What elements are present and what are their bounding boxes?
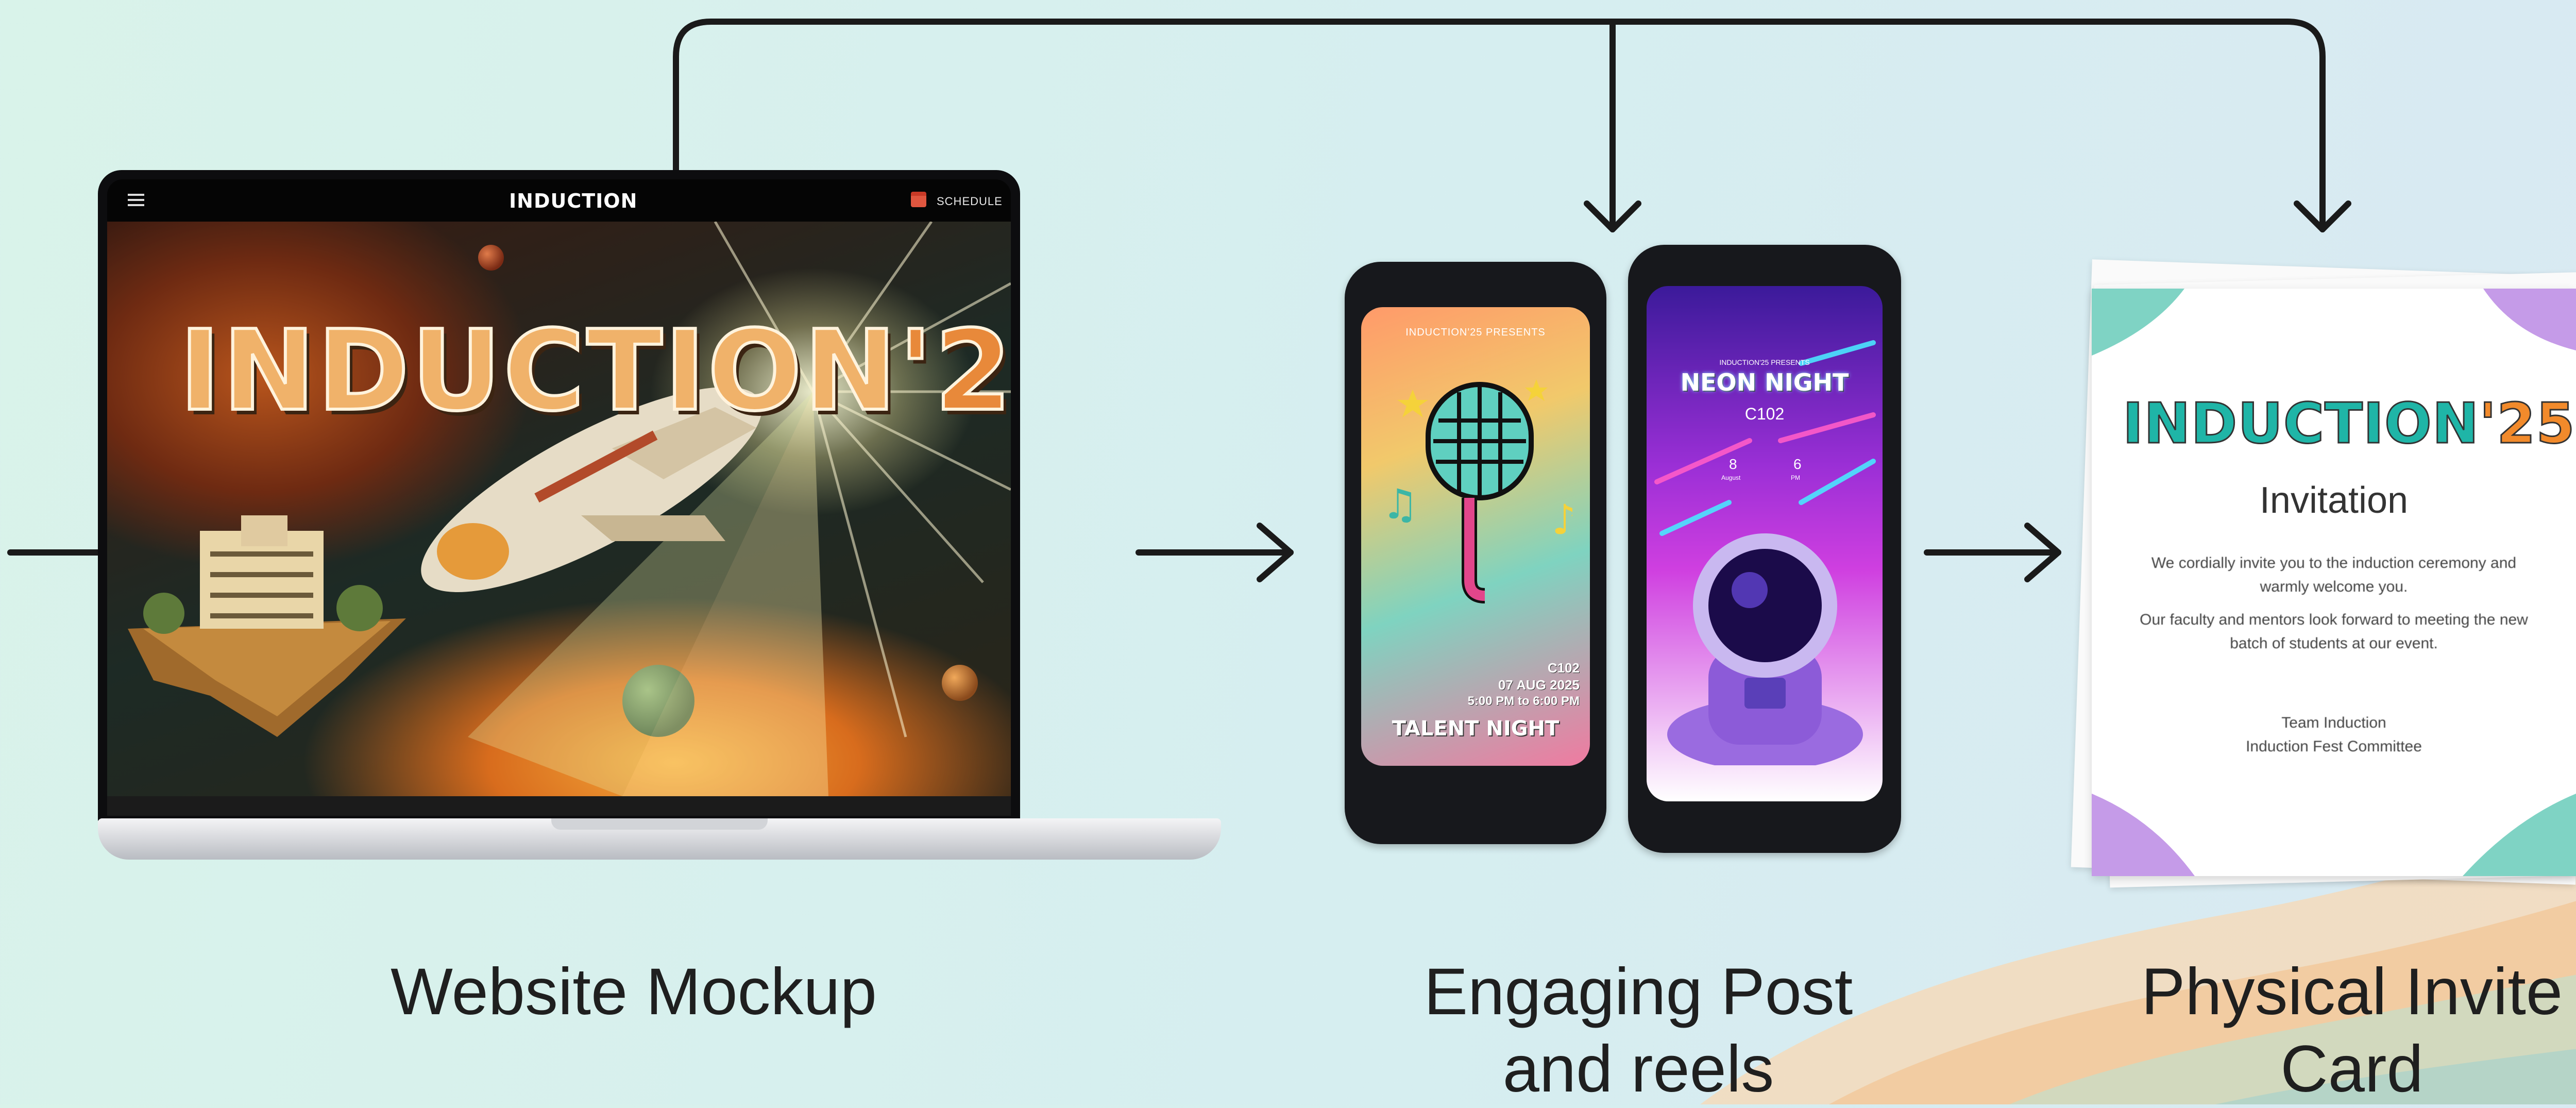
post-room: C102	[1547, 660, 1580, 676]
website-logo[interactable]: INDUCTION	[509, 190, 637, 212]
card-title: INDUCTION'25	[2122, 391, 2575, 457]
card-body-1: We cordially invite you to the induction…	[2151, 555, 2517, 595]
caption-invite-line1: Physical Invite	[2141, 955, 2563, 1029]
post-title: NEON NIGHT	[1680, 368, 1849, 396]
card-signature-1: Team Induction	[2281, 714, 2386, 731]
invite-card-stack: INDUCTION'25 Invitation We cordially inv…	[2071, 259, 2576, 892]
phone-talent-night: INDUCTION'25 PRESENTS ♪ ♫ C102 07 AUG 20…	[1345, 262, 1606, 844]
caption-posts-line2: and reels	[1502, 1032, 1774, 1106]
laptop-lid: INDUCTION SCHEDULE INDUCTION'2	[98, 170, 1020, 825]
post-header: INDUCTION'25 PRESENTS	[1405, 327, 1546, 338]
caption-website-mockup: Website Mockup	[391, 955, 877, 1029]
post-time: 5:00 PM to 6:00 PM	[1467, 694, 1580, 708]
hero-title: INDUCTION'25	[178, 306, 1011, 435]
post-month-label: PM	[1791, 474, 1800, 481]
laptop-screen: INDUCTION SCHEDULE INDUCTION'2	[107, 179, 1011, 816]
menu-icon[interactable]	[128, 194, 144, 206]
caption-invite-line2: Card	[2280, 1032, 2424, 1106]
post-day-label: August	[1721, 474, 1741, 481]
post-month: 6	[1793, 456, 1802, 472]
post-day: 8	[1729, 456, 1737, 472]
post-date: 07 AUG 2025	[1498, 677, 1580, 693]
schedule-link[interactable]: SCHEDULE	[937, 195, 1003, 208]
card-body-2: Our faculty and mentors look forward to …	[2140, 611, 2528, 652]
svg-text:♪: ♪	[1552, 496, 1572, 544]
phone-neon-night: INDUCTION'25 PRESENTS NEON NIGHT C102 8 …	[1628, 245, 1901, 853]
post-title: TALENT NIGHT	[1392, 717, 1560, 741]
card-signature-2: Induction Fest Committee	[2246, 738, 2422, 755]
website-hero-image: INDUCTION'25	[107, 222, 1011, 796]
microphone-illustration: ♪ ♫	[1382, 379, 1572, 603]
neon-night-post: INDUCTION'25 PRESENTS NEON NIGHT C102 8 …	[1647, 286, 1883, 801]
invite-card: INDUCTION'25 Invitation We cordially inv…	[2092, 289, 2576, 876]
website-navbar: INDUCTION SCHEDULE	[107, 179, 1011, 222]
floating-island-illustration	[128, 515, 406, 737]
post-header: INDUCTION'25 PRESENTS	[1719, 358, 1810, 366]
website-bottom-bar	[107, 796, 1011, 816]
laptop-notch	[551, 818, 768, 830]
astronaut-illustration	[1667, 533, 1863, 765]
post-room: C102	[1744, 405, 1785, 423]
svg-text:♫: ♫	[1382, 480, 1419, 528]
calendar-icon	[911, 192, 926, 207]
caption-posts-line1: Engaging Post	[1423, 955, 1853, 1029]
laptop-mockup: INDUCTION SCHEDULE INDUCTION'2	[98, 170, 1221, 881]
card-heading: Invitation	[2259, 480, 2409, 521]
talent-night-post: INDUCTION'25 PRESENTS ♪ ♫ C102 07 AUG 20…	[1361, 307, 1590, 766]
